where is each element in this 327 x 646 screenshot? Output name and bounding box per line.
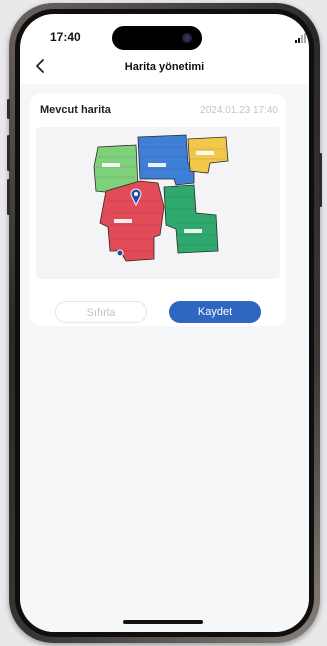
status-bar: 17:40 100 <box>20 14 309 58</box>
power-button <box>319 153 322 207</box>
nav-bar: Harita yönetimi <box>20 54 309 82</box>
floor-map <box>93 134 229 262</box>
camera-icon <box>182 33 192 43</box>
room-blue[interactable] <box>137 134 195 186</box>
status-time: 17:40 <box>50 30 81 44</box>
home-indicator[interactable] <box>123 620 203 624</box>
save-button[interactable]: Kaydet <box>169 301 261 323</box>
volume-up-button <box>7 135 10 171</box>
map-date: 2024.01.23 17:40 <box>200 105 278 116</box>
content-area: Mevcut harita 2024.01.23 17:40 Sıfırla K… <box>20 84 309 632</box>
silent-switch <box>7 99 10 119</box>
wifi-icon <box>308 31 309 43</box>
volume-down-button <box>7 179 10 215</box>
screen: 17:40 100 <box>20 14 309 632</box>
dynamic-island <box>112 26 202 50</box>
page-title: Harita yönetimi <box>124 61 205 73</box>
map-preview[interactable] <box>36 127 280 279</box>
current-map-card: Mevcut harita 2024.01.23 17:40 Sıfırla K… <box>30 94 286 326</box>
dock-icon <box>116 249 124 257</box>
signal-icon <box>295 31 306 43</box>
room-teal[interactable] <box>163 184 219 254</box>
card-title: Mevcut harita <box>40 104 111 116</box>
bezel: 17:40 100 <box>15 9 314 637</box>
reset-button[interactable]: Sıfırla <box>55 301 147 323</box>
phone-frame: 17:40 100 <box>7 3 322 643</box>
